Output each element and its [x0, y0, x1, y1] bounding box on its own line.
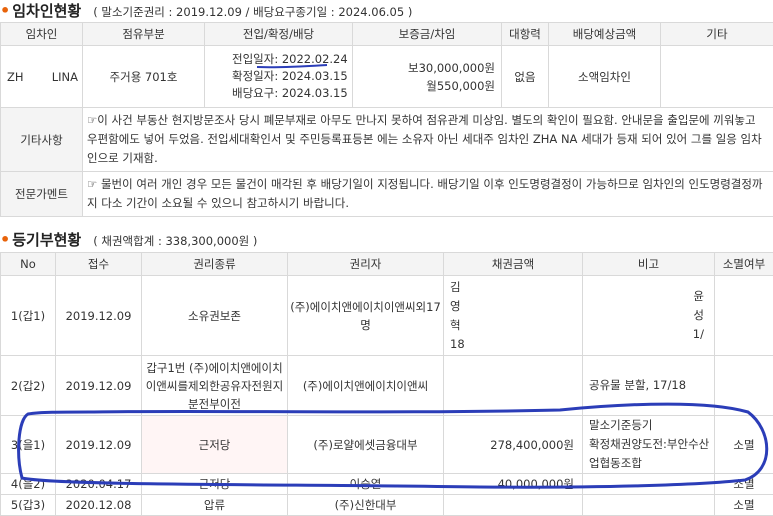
row-date: 2019.12.09: [55, 275, 142, 356]
registry-table: No 접수 권리종류 권리자 채권금액 비고 소멸여부 1(갑1) 2019.1…: [0, 252, 773, 516]
row-holder: (주)에이치앤에이치이앤씨: [287, 355, 444, 416]
registry-title: 등기부현황: [12, 231, 82, 249]
row-type: 갑구1번 (주)에이치앤에이치이앤씨를제외한공유자전원지분전부이전: [141, 355, 288, 416]
header-expected: 배당예상금액: [548, 22, 661, 46]
header-tenant: 임차인: [0, 22, 83, 46]
row-no: 5(갑3): [0, 494, 56, 516]
row-date: 2019.12.09: [55, 415, 142, 474]
demand-date: 배당요구: 2024.03.15: [232, 86, 348, 100]
row-amount: [443, 494, 583, 516]
etc-cell: [660, 45, 773, 108]
header-opposing: 대항력: [501, 22, 549, 46]
header-deposit: 보증금/차임: [352, 22, 502, 46]
header-no: No: [0, 252, 56, 276]
table-row: 1(갑1) 2019.12.09 소유권보존 (주)에이치앤에이치이앤씨외17명…: [0, 275, 773, 356]
row-date: 2020.04.17: [55, 473, 142, 495]
row-amount: 278,400,000원: [443, 415, 583, 474]
row-type: 압류: [141, 494, 288, 516]
row-status: [714, 275, 773, 356]
row-amount: [443, 355, 583, 416]
row-type: 근저당: [141, 473, 288, 495]
expert-label: 전문가멘트: [0, 171, 83, 217]
tenant-section-title: • 임차인현황 ( 말소기준권리 : 2019.12.09 / 배당요구종기일 …: [0, 0, 412, 21]
row-date: 2019.12.09: [55, 355, 142, 416]
row-holder: (주)로얄에셋금융대부: [287, 415, 444, 474]
row-holder: (주)신한대부: [287, 494, 444, 516]
table-row: 4(을2) 2020.04.17 근저당 이승열 40,000,000원 소멸: [0, 473, 773, 495]
row-remark: [582, 473, 715, 495]
tenant-name-a: ZH: [7, 69, 24, 84]
tenant-name-b: LINA: [51, 69, 78, 84]
move-in-date: 전입일자: 2022.02.24: [232, 52, 348, 66]
row-holder: 이승열: [287, 473, 444, 495]
row-type: 근저당: [141, 415, 288, 474]
row-amount: 40,000,000원: [443, 473, 583, 495]
dates-cell: 전입일자: 2022.02.24 확정일자: 2024.03.15 배당요구: …: [204, 45, 353, 108]
header-occupancy: 점유부분: [82, 22, 205, 46]
bullet-icon: •: [0, 230, 11, 249]
row-no: 3(을1): [0, 415, 56, 474]
tenant-subtitle: ( 말소기준권리 : 2019.12.09 / 배당요구종기일 : 2024.0…: [93, 5, 413, 19]
header-etc: 기타: [660, 22, 773, 46]
row-holder: (주)에이치앤에이치이앤씨외17명: [287, 275, 444, 356]
tenant-table: 임차인 점유부분 전입/확정/배당 보증금/차임 대항력 배당예상금액 기타 Z…: [0, 22, 773, 217]
row-type: 소유권보존: [141, 275, 288, 356]
header-received: 접수: [55, 252, 142, 276]
tenant-row: ZH LINA 주거용 701호 전입일자: 2022.02.24 확정일자: …: [0, 45, 773, 108]
row-no: 1(갑1): [0, 275, 56, 356]
row-no: 2(갑2): [0, 355, 56, 416]
table-row: 5(갑3) 2020.12.08 압류 (주)신한대부 소멸: [0, 494, 773, 516]
expected-dividend: 소액임차인: [548, 45, 661, 108]
row-no: 4(을2): [0, 473, 56, 495]
bullet-icon: •: [0, 1, 11, 20]
header-remark: 비고: [582, 252, 715, 276]
other-label: 기타사항: [0, 107, 83, 172]
header-amount: 채권금액: [443, 252, 583, 276]
row-remark: [582, 494, 715, 516]
header-right-type: 권리종류: [141, 252, 288, 276]
table-row: 2(갑2) 2019.12.09 갑구1번 (주)에이치앤에이치이앤씨를제외한공…: [0, 355, 773, 416]
opposing-power: 없음: [501, 45, 549, 108]
row-remark: 윤 성 1/: [582, 275, 715, 356]
row-amount: 김 영 혁 18: [443, 275, 583, 356]
table-row: 3(을1) 2019.12.09 근저당 (주)로얄에셋금융대부 278,400…: [0, 415, 773, 474]
registry-section-title: • 등기부현황 ( 채권액합계 : 338,300,000원 ): [0, 229, 257, 250]
header-extinction: 소멸여부: [714, 252, 773, 276]
row-remark: 말소기준등기 확정채권양도전:부안수산업협동조합: [582, 415, 715, 474]
other-text: ☞이 사건 부동산 현지방문조사 당시 폐문부재로 아무도 만나지 못하여 점유…: [82, 107, 773, 172]
deposit-cell: 보30,000,000원 월550,000원: [352, 45, 502, 108]
row-date: 2020.12.08: [55, 494, 142, 516]
row-status: 소멸: [714, 473, 773, 495]
tenant-name-cell: ZH LINA: [0, 45, 83, 108]
occupancy-part: 주거용 701호: [82, 45, 205, 108]
registry-subtitle: ( 채권액합계 : 338,300,000원 ): [93, 234, 258, 248]
header-dates: 전입/확정/배당: [204, 22, 353, 46]
row-status: [714, 355, 773, 416]
row-status: 소멸: [714, 415, 773, 474]
expert-text: ☞ 물번이 여러 개인 경우 모든 물건이 매각된 후 배당기일이 지정됩니다.…: [82, 171, 773, 217]
row-status: 소멸: [714, 494, 773, 516]
rent-amount: 월550,000원: [426, 78, 495, 93]
confirm-date: 확정일자: 2024.03.15: [232, 69, 348, 83]
header-holder: 권리자: [287, 252, 444, 276]
row-remark: 공유물 분할, 17/18: [582, 355, 715, 416]
deposit-amount: 보30,000,000원: [407, 60, 495, 75]
tenant-title: 임차인현황: [12, 2, 82, 20]
